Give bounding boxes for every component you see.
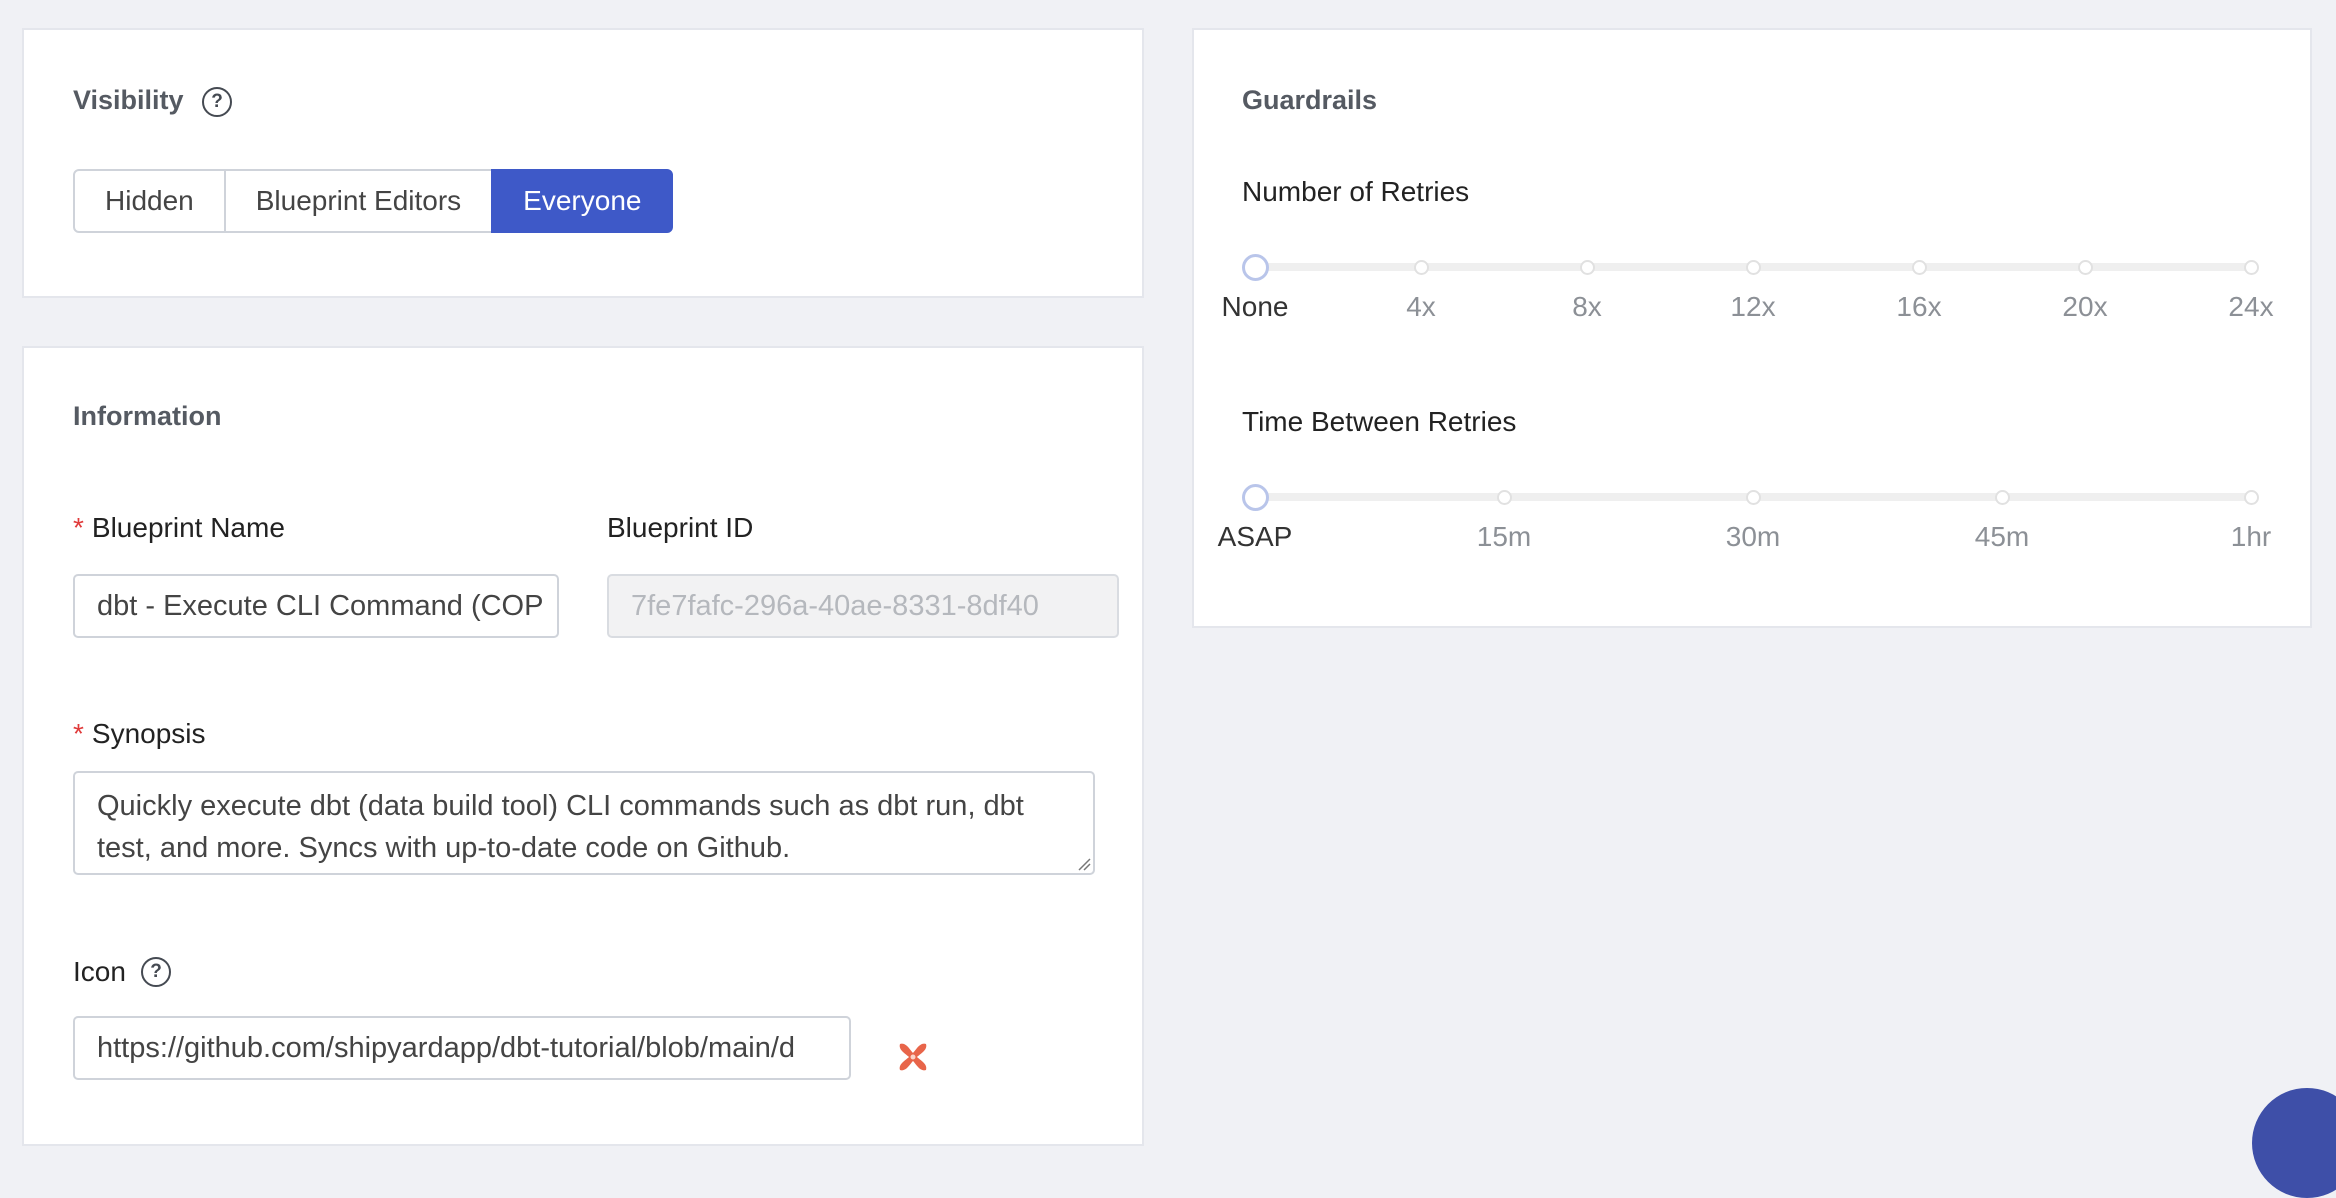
guardrails-card: Guardrails Number of Retries Time Betwee… [1192, 28, 2312, 628]
retries-tick-label[interactable]: 20x [2062, 291, 2107, 323]
visibility-option-hidden[interactable]: Hidden [73, 169, 226, 233]
synopsis-label: * Synopsis [73, 718, 206, 750]
retries-tick-label[interactable]: None [1222, 291, 1289, 323]
time-between-tick-label[interactable]: ASAP [1218, 521, 1293, 553]
retries-tick-label[interactable]: 16x [1896, 291, 1941, 323]
time-between-slider-tick-dot[interactable] [1496, 489, 1512, 505]
blueprint-id-input: 7fe7fafc-296a-40ae-8331-8df40 [607, 574, 1119, 638]
visibility-title: Visibility [73, 85, 184, 115]
retries-tick-label[interactable]: 8x [1572, 291, 1602, 323]
time-between-tick-label[interactable]: 45m [1975, 521, 2029, 553]
retries-slider-tick-dot[interactable] [2243, 259, 2259, 275]
time-between-tick-label[interactable]: 30m [1726, 521, 1780, 553]
time-between-slider-tick-dot[interactable] [1994, 489, 2010, 505]
time-between-slider-tick-dot[interactable] [2243, 489, 2259, 505]
icon-url-input[interactable]: https://github.com/shipyardapp/dbt-tutor… [73, 1016, 851, 1080]
retries-slider-tick-dot[interactable] [1413, 259, 1429, 275]
retries-slider-handle[interactable] [1241, 253, 1269, 281]
blueprint-id-label: Blueprint ID [607, 512, 754, 543]
number-of-retries-label: Number of Retries [1242, 176, 1470, 207]
retries-slider-tick-dot[interactable] [1745, 259, 1761, 275]
guardrails-title: Guardrails [1242, 85, 1378, 115]
retries-slider-tick-dot[interactable] [2077, 259, 2093, 275]
information-card: Information * Blueprint Name dbt - Execut… [22, 346, 1144, 1146]
time-between-tick-label[interactable]: 15m [1477, 521, 1531, 553]
required-mark: * [73, 718, 84, 749]
synopsis-textarea[interactable]: Quickly execute dbt (data build tool) CL… [73, 771, 1095, 875]
dbt-logo-icon [899, 1043, 927, 1071]
retries-tick-label[interactable]: 4x [1406, 291, 1436, 323]
synopsis-label-text: Synopsis [91, 718, 206, 749]
synopsis-text: Quickly execute dbt (data build tool) CL… [97, 790, 1024, 864]
resize-grip-icon[interactable] [1075, 855, 1091, 871]
blueprint-name-input[interactable]: dbt - Execute CLI Command (COP [73, 574, 559, 638]
required-mark: * [73, 512, 84, 543]
icon-label: Icon [73, 956, 126, 987]
retries-slider-tick-dot[interactable] [1579, 259, 1595, 275]
question-circle-icon[interactable]: ? [141, 957, 171, 987]
question-circle-icon[interactable]: ? [202, 87, 232, 117]
visibility-card: Visibility ? Hidden Blueprint Editors Ev… [22, 28, 1144, 298]
time-between-slider-handle[interactable] [1241, 483, 1269, 511]
visibility-option-blueprint-editors[interactable]: Blueprint Editors [223, 169, 494, 233]
retries-tick-label[interactable]: 12x [1730, 291, 1775, 323]
blueprint-name-label: * Blueprint Name [73, 512, 285, 544]
time-between-tick-label[interactable]: 1hr [2231, 521, 2271, 553]
blueprint-name-label-text: Blueprint Name [91, 512, 285, 543]
time-between-retries-label: Time Between Retries [1242, 406, 1517, 437]
chat-launcher-button[interactable] [2252, 1088, 2336, 1198]
visibility-option-everyone[interactable]: Everyone [491, 169, 674, 233]
time-between-slider-tick-dot[interactable] [1745, 489, 1761, 505]
retries-slider-tick-dot[interactable] [1911, 259, 1927, 275]
visibility-segmented-control: Hidden Blueprint Editors Everyone [73, 169, 674, 233]
information-title: Information [73, 401, 222, 431]
retries-tick-label[interactable]: 24x [2228, 291, 2273, 323]
